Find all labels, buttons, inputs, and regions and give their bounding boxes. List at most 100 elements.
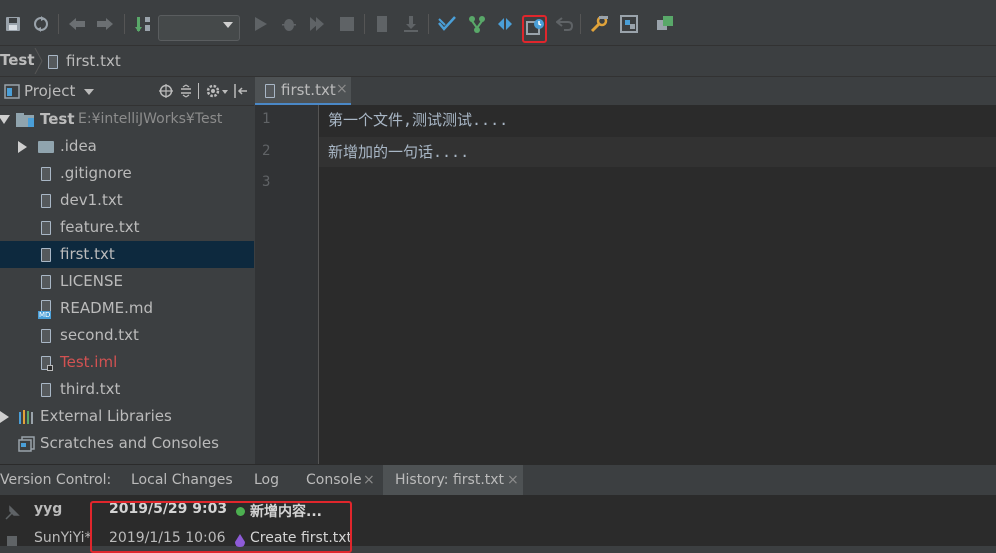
save-all-icon[interactable] bbox=[2, 13, 24, 35]
project-tree: Test E:¥intelliJWorks¥Test .idea .gitign… bbox=[0, 106, 254, 464]
stop-icon[interactable] bbox=[336, 13, 358, 35]
text-file-icon bbox=[41, 248, 51, 262]
line-number: 1 bbox=[262, 111, 271, 127]
tree-item-second[interactable]: second.txt bbox=[0, 322, 254, 349]
collapse-all-icon[interactable] bbox=[179, 84, 193, 98]
tree-item-label: .gitignore bbox=[60, 164, 132, 182]
tree-item-label: LICENSE bbox=[60, 272, 123, 290]
highlight-frame-history-entries bbox=[90, 501, 352, 553]
tree-root-path: E:¥intelliJWorks¥Test bbox=[78, 111, 223, 127]
scratches-icon bbox=[18, 436, 35, 452]
locate-target-icon[interactable] bbox=[159, 84, 173, 98]
breadcrumb-separator-icon bbox=[34, 48, 43, 74]
chevron-down-icon bbox=[223, 22, 233, 28]
tree-item-label: External Libraries bbox=[40, 407, 172, 425]
debug-icon[interactable] bbox=[278, 13, 300, 35]
module-folder-icon bbox=[16, 113, 34, 127]
tab-console[interactable]: Console bbox=[306, 472, 362, 488]
project-view-icon bbox=[4, 84, 20, 99]
text-file-icon bbox=[41, 383, 51, 397]
markdown-badge: MD bbox=[38, 311, 52, 319]
text-file-icon bbox=[41, 194, 51, 208]
text-file-icon bbox=[41, 221, 51, 235]
tab-local-changes[interactable]: Local Changes bbox=[131, 472, 233, 488]
gear-icon[interactable] bbox=[205, 83, 221, 99]
editor-tab-first-txt[interactable]: first.txt × bbox=[255, 77, 351, 105]
main-toolbar bbox=[0, 0, 996, 46]
tree-item-label: Scratches and Consoles bbox=[40, 434, 219, 452]
run-configuration-select[interactable] bbox=[158, 15, 240, 41]
tree-item-scratches[interactable]: Scratches and Consoles bbox=[0, 430, 254, 457]
version-control-label: Version Control: bbox=[0, 472, 112, 488]
history-list: yyg 2019/5/29 9:03 新增内容... SunYiYi* 2019… bbox=[0, 495, 996, 553]
expand-arrow-icon[interactable] bbox=[18, 141, 27, 153]
line-number: 3 bbox=[262, 174, 271, 190]
show-history-icon[interactable] bbox=[524, 17, 546, 39]
code-line-1: 第一个文件,测试测试.... bbox=[328, 111, 509, 129]
line-number: 2 bbox=[262, 143, 271, 159]
tab-history-first-txt[interactable]: History: first.txt bbox=[395, 472, 504, 488]
text-file-icon bbox=[265, 84, 275, 98]
tree-item-license[interactable]: LICENSE bbox=[0, 268, 254, 295]
close-icon[interactable]: × bbox=[363, 472, 375, 488]
tree-item-label: second.txt bbox=[60, 326, 139, 344]
settings-wrench-icon[interactable] bbox=[588, 13, 610, 35]
coverage-icon[interactable] bbox=[306, 13, 328, 35]
text-file-icon bbox=[48, 55, 58, 69]
editor-tab-label: first.txt bbox=[281, 81, 336, 99]
tree-item-readme[interactable]: MD README.md bbox=[0, 295, 254, 322]
tree-item-label: Test.iml bbox=[60, 353, 118, 371]
text-file-icon bbox=[41, 329, 51, 343]
revert-icon[interactable] bbox=[554, 13, 576, 35]
folder-icon bbox=[38, 141, 54, 153]
back-arrow-icon[interactable] bbox=[66, 13, 88, 35]
vcs-update-icon[interactable] bbox=[436, 13, 458, 35]
tree-item-first[interactable]: first.txt bbox=[0, 241, 254, 268]
editor-tab-bar: first.txt × bbox=[255, 77, 996, 106]
forward-arrow-icon[interactable] bbox=[94, 13, 116, 35]
download-icon[interactable] bbox=[400, 13, 422, 35]
code-line-2: 新增加的一句话.... bbox=[328, 143, 470, 161]
chevron-down-icon[interactable] bbox=[84, 89, 94, 95]
tree-item-dev1[interactable]: dev1.txt bbox=[0, 187, 254, 214]
tab-log[interactable]: Log bbox=[254, 472, 279, 488]
close-icon[interactable]: × bbox=[336, 81, 348, 97]
history-author: SunYiYi* bbox=[34, 530, 92, 546]
text-file-icon bbox=[41, 275, 51, 289]
tree-item-label: README.md bbox=[60, 299, 154, 317]
hide-panel-icon[interactable] bbox=[233, 84, 249, 98]
navigation-breadcrumb: Test first.txt bbox=[0, 46, 996, 77]
tree-item-label: feature.txt bbox=[60, 218, 140, 236]
tree-root-label: Test bbox=[40, 110, 75, 128]
tree-item-idea[interactable]: .idea bbox=[0, 133, 254, 160]
sync-icon[interactable] bbox=[30, 13, 52, 35]
build-icon[interactable] bbox=[132, 13, 154, 35]
tree-item-feature[interactable]: feature.txt bbox=[0, 214, 254, 241]
expand-arrow-icon[interactable] bbox=[0, 411, 9, 423]
breadcrumb-project[interactable]: Test bbox=[0, 51, 35, 69]
expand-arrow-icon[interactable] bbox=[0, 115, 10, 124]
tree-item-label: .idea bbox=[60, 137, 97, 155]
run-icon[interactable] bbox=[250, 13, 272, 35]
tree-root-test[interactable]: Test E:¥intelliJWorks¥Test bbox=[0, 106, 254, 133]
tree-item-test-iml[interactable]: Test.iml bbox=[0, 349, 254, 376]
project-view-selector[interactable]: Project bbox=[24, 82, 75, 100]
tree-item-label: dev1.txt bbox=[60, 191, 123, 209]
plugin-icon[interactable] bbox=[654, 13, 676, 35]
tree-item-label: third.txt bbox=[60, 380, 121, 398]
attach-icon[interactable] bbox=[372, 13, 394, 35]
vcs-compare-icon[interactable] bbox=[494, 13, 516, 35]
vcs-commit-icon[interactable] bbox=[466, 13, 488, 35]
tree-item-gitignore[interactable]: .gitignore bbox=[0, 160, 254, 187]
text-file-icon bbox=[41, 167, 51, 181]
close-icon[interactable]: × bbox=[507, 472, 519, 488]
breadcrumb-file[interactable]: first.txt bbox=[66, 52, 121, 70]
tree-item-third[interactable]: third.txt bbox=[0, 376, 254, 403]
tree-item-label: first.txt bbox=[60, 245, 115, 263]
project-panel-header: Project bbox=[0, 77, 254, 106]
tree-item-external-libraries[interactable]: External Libraries bbox=[0, 403, 254, 430]
library-icon bbox=[19, 410, 33, 424]
version-control-tabbar: Version Control: Local Changes Log Conso… bbox=[0, 464, 996, 496]
history-author: yyg bbox=[34, 501, 63, 517]
project-structure-icon[interactable] bbox=[618, 13, 640, 35]
